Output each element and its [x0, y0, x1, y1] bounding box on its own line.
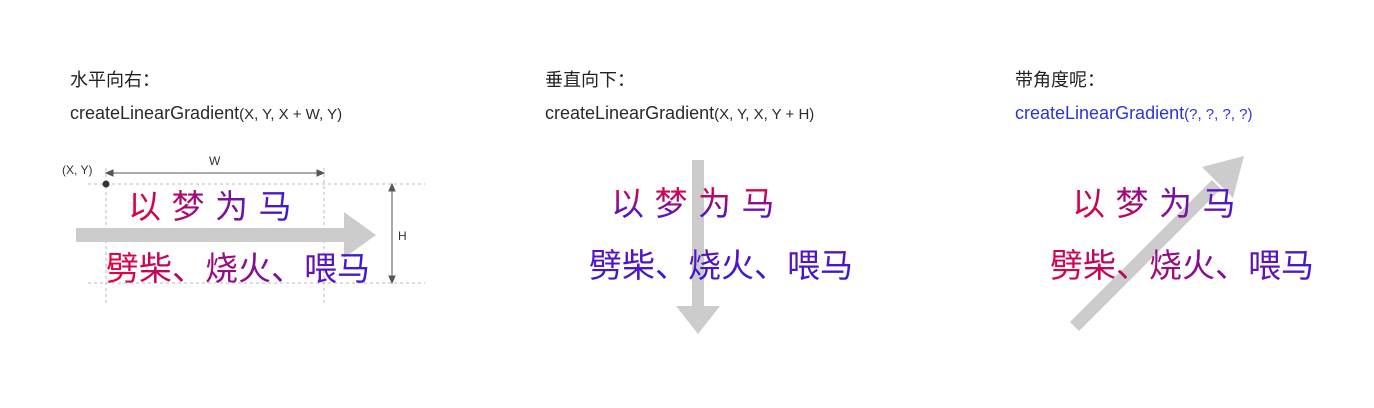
origin-label: (X, Y)	[62, 163, 93, 177]
horizontal-panel: 水平向右： createLinearGradient(X, Y, X + W, …	[0, 0, 470, 408]
vertical-panel: 垂直向下： createLinearGradient(X, Y, X, Y + …	[470, 0, 940, 408]
gradient-text-line1: 以 梦 为 马	[128, 187, 292, 226]
gradient-text-line2: 劈柴、烧火、喂马	[1050, 246, 1314, 285]
height-dimension	[388, 182, 396, 285]
width-label: W	[209, 154, 221, 168]
gradient-text-line1: 以 梦 为 马	[1072, 184, 1236, 223]
width-dimension	[104, 169, 326, 177]
direction-arrow	[1070, 156, 1244, 331]
gradient-text-line1: 以 梦 为 马	[611, 184, 775, 223]
angled-panel: 带角度呢： createLinearGradient(?, ?, ?, ?) 以…	[940, 0, 1374, 408]
gradient-text-line2: 劈柴、烧火、喂马	[106, 249, 370, 288]
origin-point	[102, 180, 110, 188]
height-label: H	[398, 229, 407, 243]
gradient-text-line2: 劈柴、烧火、喂马	[589, 246, 853, 285]
